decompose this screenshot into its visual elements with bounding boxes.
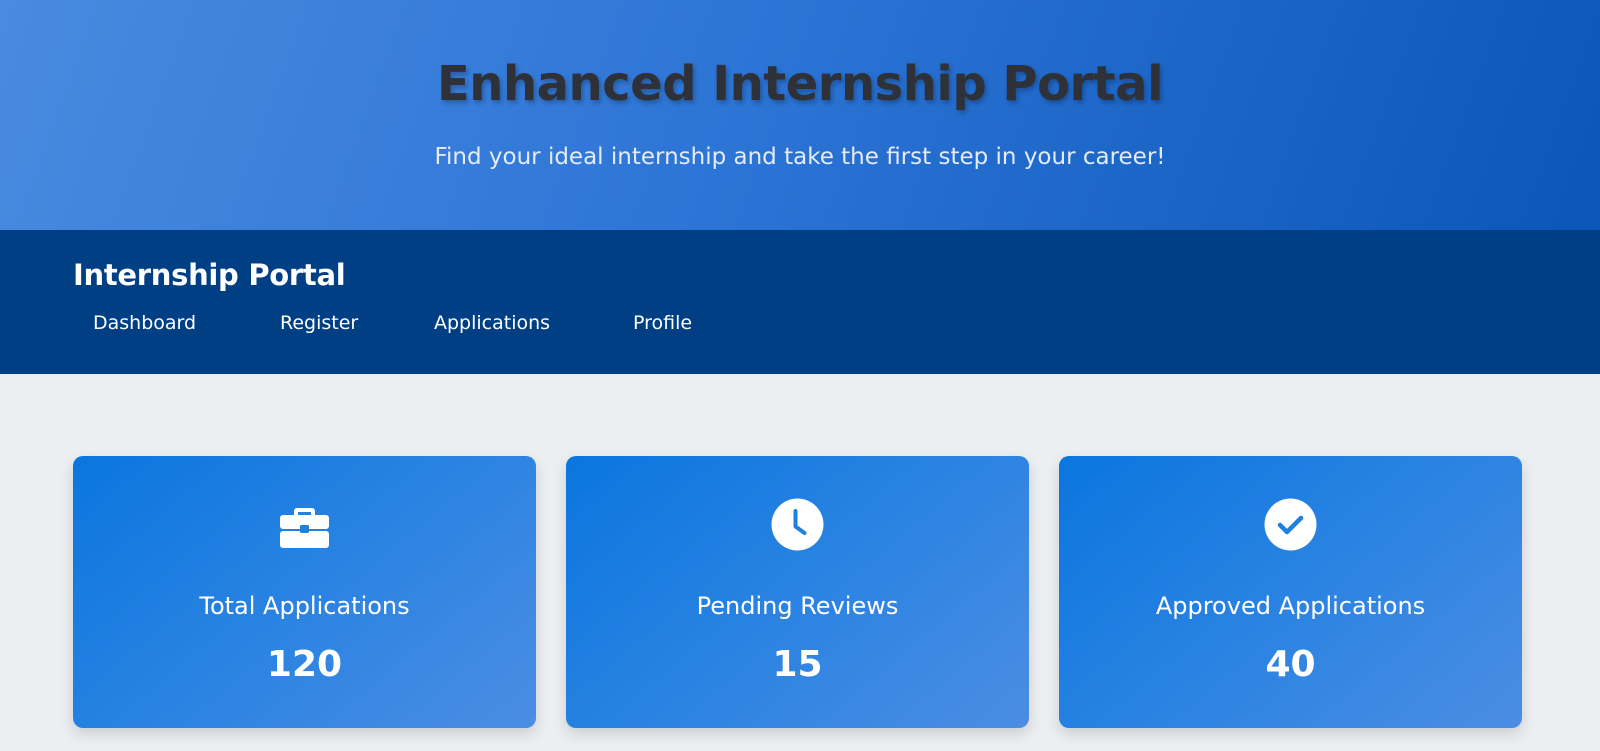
stat-value: 15	[772, 644, 823, 685]
nav-item-applications[interactable]: Applications	[434, 312, 550, 334]
stat-value: 120	[266, 644, 343, 685]
stat-label: Pending Reviews	[696, 592, 899, 620]
stat-card-pending-reviews[interactable]: Pending Reviews 15	[566, 456, 1029, 728]
hero-banner: Enhanced Internship Portal Find your ide…	[0, 0, 1600, 230]
stat-label: Total Applications	[199, 592, 410, 620]
main-navbar: Internship Portal Dashboard Register App…	[0, 230, 1600, 374]
check-circle-icon	[1264, 498, 1317, 551]
hero-title: Enhanced Internship Portal	[436, 56, 1164, 112]
nav-item-profile[interactable]: Profile	[633, 312, 692, 334]
stat-card-approved-applications[interactable]: Approved Applications 40	[1059, 456, 1522, 728]
stat-value: 40	[1265, 644, 1316, 685]
clock-icon	[771, 498, 824, 551]
stat-card-total-applications[interactable]: Total Applications 120	[73, 456, 536, 728]
nav-item-register[interactable]: Register	[280, 312, 358, 334]
briefcase-icon	[280, 508, 329, 548]
brand-title[interactable]: Internship Portal	[73, 258, 346, 292]
stat-label: Approved Applications	[1155, 592, 1426, 620]
nav-item-dashboard[interactable]: Dashboard	[93, 312, 196, 334]
hero-subtitle: Find your ideal internship and take the …	[434, 144, 1166, 170]
